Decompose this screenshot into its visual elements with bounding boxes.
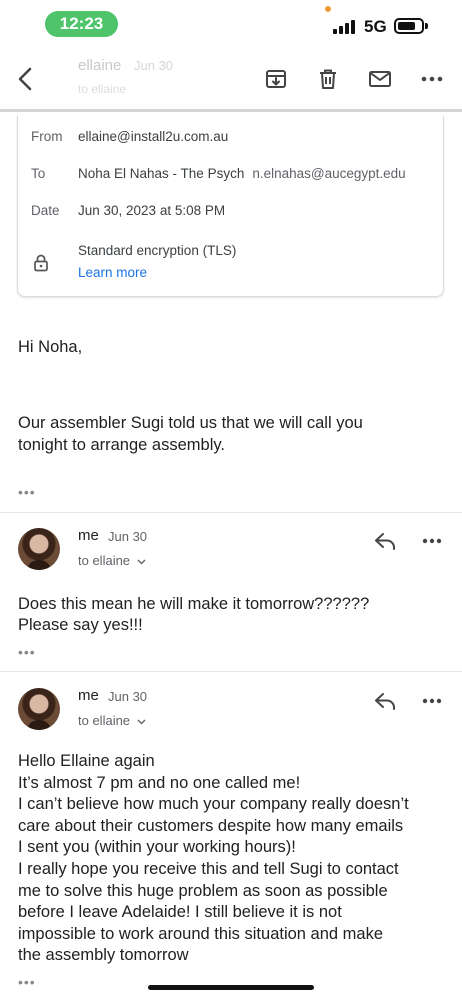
- delete-button[interactable]: [313, 64, 343, 94]
- home-indicator: [148, 985, 314, 990]
- body-line-1: Our assembler Sugi told us that we will …: [18, 414, 363, 432]
- to-line-text: to ellaine: [78, 713, 131, 728]
- more-horizontal-icon: [421, 76, 443, 82]
- date-label: Date: [31, 203, 60, 218]
- header-sender-faded: ellaine: [78, 57, 122, 74]
- more-horizontal-icon: [422, 538, 442, 544]
- message-line: I sent you (within your working hours)!: [18, 838, 296, 856]
- to-recipient[interactable]: Noha El Nahas - The Psych n.elnahas@auceg…: [78, 166, 406, 181]
- status-time: 12:23: [45, 11, 118, 37]
- show-trimmed-content-button[interactable]: •••: [18, 644, 36, 660]
- trash-icon: [320, 69, 336, 89]
- status-bar: 12:23 5G: [0, 0, 462, 48]
- from-address[interactable]: ellaine@install2u.com.au: [78, 129, 228, 144]
- lock-icon: [34, 254, 48, 272]
- to-line-text: to ellaine: [78, 553, 131, 568]
- archive-button[interactable]: [261, 64, 291, 94]
- message-line: the assembly tomorrow: [18, 946, 189, 964]
- message-line: I really hope you receive this and tell …: [18, 860, 399, 878]
- message-more-button[interactable]: [418, 526, 446, 556]
- message-line: care about their customers despite how m…: [18, 817, 404, 835]
- sender-name: me: [78, 687, 99, 704]
- reply-icon: [375, 693, 395, 710]
- message-line: Please say yes!!!: [18, 616, 143, 634]
- message-date: Jun 30: [108, 689, 148, 704]
- message-line: me to solve this huge problem as soon as…: [18, 882, 388, 900]
- archive-icon: [266, 70, 286, 88]
- mark-unread-button[interactable]: [365, 64, 395, 94]
- to-email: n.elnahas@aucegypt.edu: [252, 166, 406, 181]
- divider: [0, 512, 462, 513]
- more-horizontal-icon: [422, 698, 442, 704]
- message-line: It’s almost 7 pm and no one called me!: [18, 774, 301, 792]
- learn-more-link[interactable]: Learn more: [78, 265, 147, 280]
- privacy-indicator-dot: [325, 6, 331, 12]
- battery-icon: [394, 18, 424, 34]
- message-date: Jun 30: [108, 529, 148, 544]
- toolbar-more-button[interactable]: [417, 64, 447, 94]
- battery-level: [398, 22, 415, 30]
- message-line: Hello Ellaine again: [18, 752, 155, 770]
- divider: [0, 671, 462, 672]
- message-line: impossible to work around this situation…: [18, 925, 384, 943]
- avatar[interactable]: [18, 528, 60, 570]
- email-details-card: From ellaine@install2u.com.au To Noha El…: [17, 116, 444, 297]
- to-label: To: [31, 166, 46, 181]
- reply-button[interactable]: [370, 686, 400, 716]
- header-date-faded: Jun 30: [134, 58, 174, 73]
- back-button[interactable]: [10, 64, 40, 94]
- mail-icon: [369, 71, 391, 87]
- date-value: Jun 30, 2023 at 5:08 PM: [78, 203, 226, 218]
- show-trimmed-content-button[interactable]: •••: [18, 484, 36, 500]
- recipients-toggle[interactable]: to ellaine: [78, 553, 146, 568]
- message-more-button[interactable]: [418, 686, 446, 716]
- reply-button[interactable]: [370, 526, 400, 556]
- greeting-text: Hi Noha,: [18, 338, 83, 356]
- message-line: I can’t believe how much your company re…: [18, 795, 409, 813]
- show-trimmed-content-button[interactable]: •••: [18, 974, 36, 990]
- chevron-down-icon: [137, 559, 146, 565]
- body-line-2: tonight to arrange assembly.: [18, 436, 225, 454]
- reply-icon: [375, 533, 395, 550]
- header-to-faded: to ellaine: [78, 82, 127, 96]
- from-label: From: [31, 129, 63, 144]
- chevron-down-icon: [137, 719, 146, 725]
- avatar[interactable]: [18, 688, 60, 730]
- back-arrow-icon: [18, 67, 32, 91]
- to-name: Noha El Nahas - The Psych: [78, 166, 245, 181]
- sender-name: me: [78, 527, 99, 544]
- encryption-info: Standard encryption (TLS): [78, 243, 237, 258]
- message-line: before I leave Adelaide! I still believe…: [18, 903, 342, 921]
- message-line: Does this mean he will make it tomorrow?…: [18, 595, 370, 613]
- recipients-toggle[interactable]: to ellaine: [78, 713, 146, 728]
- email-toolbar: ellaine Jun 30 to ellaine: [0, 48, 462, 112]
- network-type: 5G: [364, 17, 387, 36]
- cellular-signal-icon: [333, 20, 355, 34]
